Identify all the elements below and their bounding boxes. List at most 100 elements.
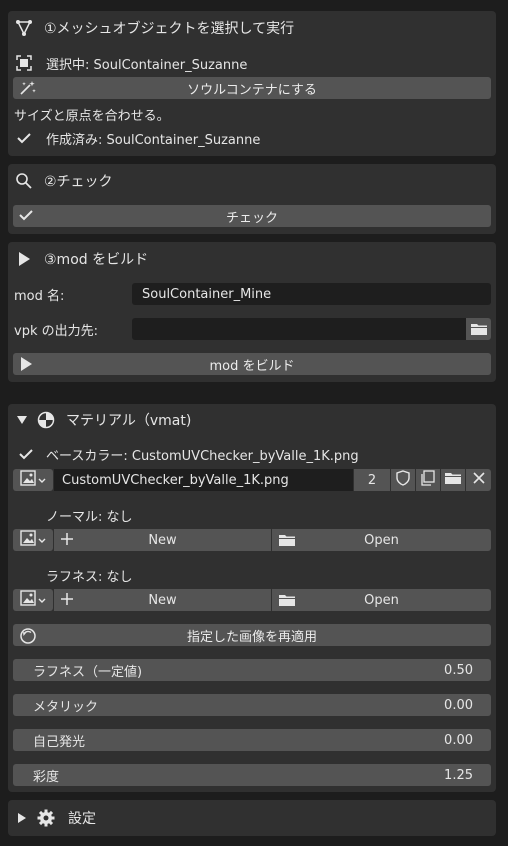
vpk-label-row: vpk の出力先:: [14, 318, 98, 340]
vpk-output-field[interactable]: [132, 318, 466, 340]
new-image-button[interactable]: New: [54, 589, 271, 611]
saturation-slider[interactable]: 彩度 1.25: [13, 764, 491, 786]
image-users-count[interactable]: 2: [354, 469, 390, 491]
slider-label: 彩度: [33, 769, 60, 785]
chevron-down-icon: [38, 473, 46, 488]
normal-image-row: New Open: [8, 529, 496, 551]
roughness-label: ラフネス: なし: [46, 569, 133, 585]
panel-title: 設定: [68, 811, 96, 827]
mod-name-label-row: mod 名:: [14, 283, 64, 305]
open-label: Open: [364, 592, 399, 608]
users-count-value: 2: [367, 472, 377, 488]
search-icon: [14, 171, 34, 191]
checkmark-icon: [16, 444, 36, 464]
mod-name-value: SoulContainer_Mine: [142, 286, 272, 302]
new-label: New: [148, 592, 177, 608]
panel-title: ③mod をビルド: [44, 252, 149, 268]
close-icon: [472, 472, 485, 488]
panel-header[interactable]: ①メッシュオブジェクトを選択して実行: [14, 17, 294, 39]
panel-title: ①メッシュオブジェクトを選択して実行: [44, 21, 295, 37]
panel-header[interactable]: マテリアル（vmat): [16, 409, 191, 431]
base-color-row: ベースカラー: CustomUVChecker_byValle_1K.png: [16, 443, 359, 465]
base-color-image-row: CustomUVChecker_byValle_1K.png 2: [8, 469, 496, 491]
mod-name-label: mod 名:: [14, 288, 65, 304]
emission-slider[interactable]: 自己発光 0.00: [13, 729, 491, 751]
checkmark-icon: [14, 128, 34, 148]
selected-object-row: 選択中: SoulContainer_Suzanne: [14, 52, 247, 74]
image-browse-dropdown[interactable]: [13, 529, 53, 551]
mod-name-field[interactable]: SoulContainer_Mine: [132, 283, 491, 305]
created-row: 作成済み: SoulContainer_Suzanne: [14, 127, 260, 149]
slider-value: 0.00: [444, 732, 473, 748]
panel-check: ②チェック チェック: [8, 164, 496, 234]
slider-value: 0.50: [444, 662, 473, 678]
build-mod-button[interactable]: mod をビルド: [13, 353, 491, 375]
fake-user-button[interactable]: [391, 469, 415, 491]
slider-label: 自己発光: [33, 734, 86, 750]
base-color-label: ベースカラー: CustomUVChecker_byValle_1K.png: [46, 448, 359, 464]
make-soul-container-label: ソウルコンテナにする: [187, 82, 317, 98]
mesh-vertices-icon: [14, 18, 34, 38]
check-button[interactable]: チェック: [13, 205, 491, 227]
make-soul-container-button[interactable]: ソウルコンテナにする: [13, 77, 491, 99]
new-image-button[interactable]: New: [54, 529, 271, 551]
image-icon: [20, 590, 36, 610]
panel-select-mesh: ①メッシュオブジェクトを選択して実行 選択中: SoulContainer_Su…: [8, 11, 496, 156]
created-label: 作成済み: SoulContainer_Suzanne: [46, 132, 261, 148]
image-name-field[interactable]: CustomUVChecker_byValle_1K.png: [54, 469, 353, 491]
plus-icon: [60, 532, 74, 550]
chevron-right-icon: [16, 808, 28, 828]
duplicate-icon: [420, 470, 436, 490]
vpk-output-label: vpk の出力先:: [14, 323, 98, 339]
unlink-image-button[interactable]: [466, 469, 491, 491]
open-label: Open: [364, 532, 399, 548]
vpk-browse-button[interactable]: [466, 318, 491, 340]
selection-box-icon: [14, 53, 34, 73]
panel-build-mod: ③mod をビルド mod 名: SoulContainer_Mine vpk …: [8, 242, 496, 382]
roughness-row: ラフネス: なし: [46, 564, 133, 586]
roughness-slider[interactable]: ラフネス（一定値) 0.50: [13, 659, 491, 681]
slider-value: 1.25: [444, 767, 473, 783]
reapply-images-button[interactable]: 指定した画像を再適用: [13, 624, 491, 646]
chevron-down-icon: [16, 410, 28, 430]
new-label: New: [148, 532, 177, 548]
roughness-image-row: New Open: [8, 589, 496, 611]
panel-material: マテリアル（vmat) ベースカラー: CustomUVChecker_byVa…: [8, 404, 496, 792]
image-browse-dropdown[interactable]: [13, 469, 53, 491]
selected-object-label: 選択中: SoulContainer_Suzanne: [46, 57, 248, 73]
folder-icon: [278, 533, 296, 551]
magic-wand-icon: [19, 80, 37, 100]
slider-value: 0.00: [444, 697, 473, 713]
open-image-button[interactable]: [441, 469, 465, 491]
reapply-label: 指定した画像を再適用: [186, 629, 317, 645]
panel-title: マテリアル（vmat): [66, 413, 192, 429]
info-text: サイズと原点を合わせる。: [14, 103, 170, 125]
panel-settings[interactable]: 設定: [8, 800, 496, 836]
normal-row: ノーマル: なし: [46, 504, 133, 526]
build-mod-label: mod をビルド: [209, 358, 295, 374]
plus-icon: [60, 592, 74, 610]
panel-header[interactable]: ②チェック: [14, 170, 113, 192]
checkmark-icon: [19, 208, 33, 226]
open-image-button[interactable]: Open: [272, 529, 491, 551]
chevron-down-icon: [38, 533, 46, 548]
check-button-label: チェック: [225, 210, 278, 226]
image-icon: [20, 470, 36, 490]
play-icon: [14, 249, 34, 269]
image-name-value: CustomUVChecker_byValle_1K.png: [62, 472, 289, 488]
image-browse-dropdown[interactable]: [13, 589, 53, 611]
image-icon: [20, 530, 36, 550]
metallic-slider[interactable]: メタリック 0.00: [13, 694, 491, 716]
shield-icon: [396, 470, 410, 490]
play-icon: [19, 356, 33, 376]
panel-header[interactable]: 設定: [16, 807, 96, 829]
slider-label: ラフネス（一定値): [33, 664, 143, 680]
open-image-button[interactable]: Open: [272, 589, 491, 611]
folder-icon: [278, 593, 296, 611]
refresh-icon: [19, 627, 37, 649]
panel-header[interactable]: ③mod をビルド: [14, 248, 148, 270]
duplicate-button[interactable]: [416, 469, 440, 491]
chevron-down-icon: [38, 593, 46, 608]
gear-icon: [36, 808, 56, 828]
info-label: サイズと原点を合わせる。: [14, 108, 170, 124]
